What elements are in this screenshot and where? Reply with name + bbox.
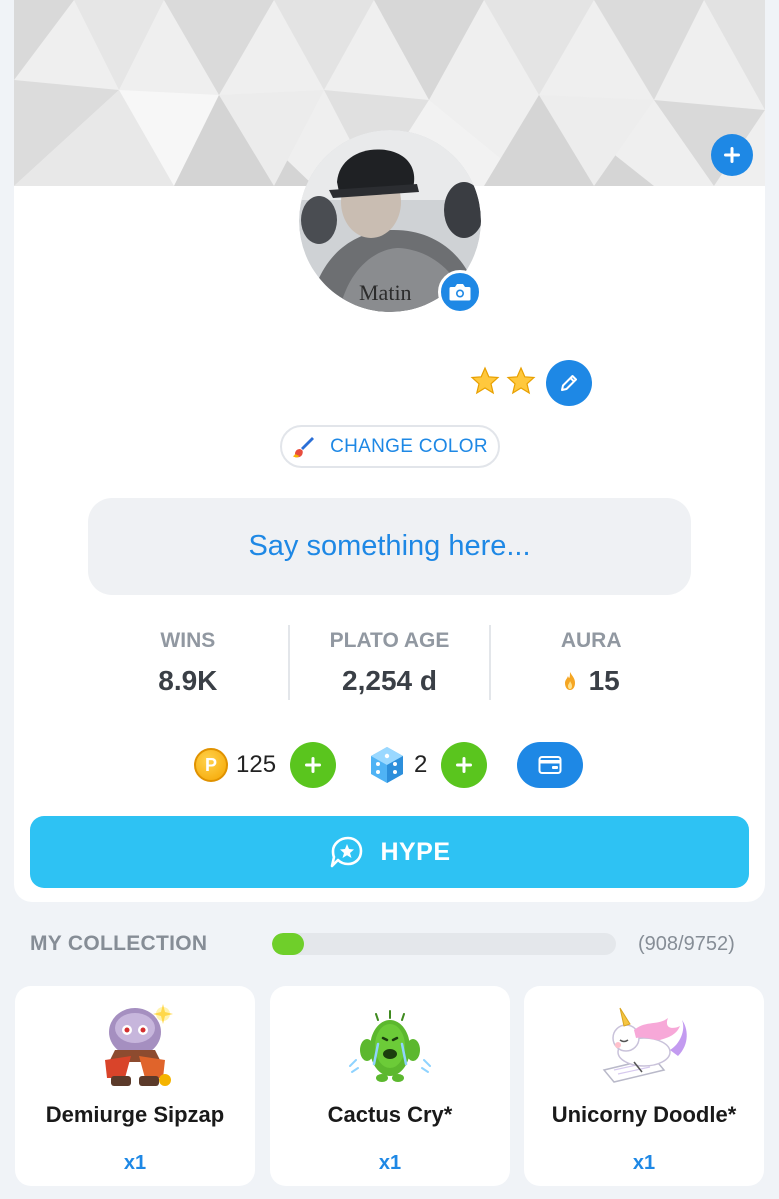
plus-icon: [724, 147, 740, 163]
flame-icon: [564, 672, 575, 690]
robot-sticker-icon: [105, 1004, 173, 1086]
coin-icon: P: [194, 748, 228, 782]
star-icon: [470, 366, 500, 395]
hype-star-icon: [331, 836, 363, 868]
stat-label: WINS: [160, 629, 216, 652]
status-input[interactable]: Say something here...: [88, 498, 691, 595]
stat-plato-age: PLATO AGE 2,254 d: [287, 625, 490, 700]
collection-item-qty: x1: [123, 1152, 147, 1174]
stat-label: AURA: [560, 629, 622, 652]
buy-coins-button[interactable]: [290, 742, 337, 788]
collection-item-qty: x1: [378, 1152, 402, 1174]
collection-progress-fill: [272, 933, 304, 955]
stat-wins: WINS 8.9K: [88, 625, 288, 700]
collection-item-name: Cactus Cry*: [327, 1102, 453, 1127]
rank-stars: [470, 366, 536, 396]
hype-button[interactable]: HYPE: [30, 816, 749, 888]
add-banner-button[interactable]: [711, 134, 753, 176]
buy-gems-button[interactable]: [441, 742, 488, 788]
currency-row: P 125 2: [194, 742, 584, 788]
stat-label: PLATO AGE: [329, 629, 450, 652]
gem-balance: 2: [414, 751, 428, 778]
change-color-button[interactable]: CHANGE COLOR: [280, 425, 500, 468]
wallet-icon: [538, 756, 562, 774]
collection-progress-bar: [272, 933, 616, 955]
unicorn-sticker-icon: [602, 1007, 687, 1083]
stat-value: 8.9K: [158, 665, 218, 696]
dice-gem-icon: [371, 747, 404, 783]
cactus-sticker-icon: [349, 1010, 431, 1082]
collection-count: (908/9752): [638, 933, 735, 955]
stat-value: 2,254 d: [342, 665, 437, 696]
avatar-jacket-text: Matin: [359, 280, 412, 305]
plus-icon: [456, 757, 473, 773]
collection-item[interactable]: Unicorny Doodle* x1: [524, 986, 764, 1186]
stat-aura: AURA 15: [489, 625, 691, 700]
hype-label: HYPE: [380, 837, 451, 866]
camera-icon: [449, 284, 471, 301]
change-color-label: CHANGE COLOR: [330, 435, 488, 457]
collection-title: MY COLLECTION: [30, 932, 208, 955]
collection-item-name: Unicorny Doodle*: [551, 1102, 737, 1127]
plus-icon: [305, 757, 322, 773]
wallet-button[interactable]: [517, 742, 584, 788]
coin-balance: 125: [236, 751, 277, 778]
collection-item[interactable]: Cactus Cry* x1: [270, 986, 510, 1186]
stats-row: WINS 8.9K PLATO AGE 2,254 d AURA 15: [88, 625, 691, 700]
status-placeholder: Say something here...: [248, 530, 531, 562]
collection-item[interactable]: Demiurge Sipzap x1: [15, 986, 255, 1186]
stat-value: 15: [588, 665, 620, 696]
paint-brush-icon: [293, 436, 315, 457]
pencil-icon: [561, 375, 577, 391]
star-icon: [506, 366, 536, 395]
stat-aura-value-row: 15: [563, 665, 620, 697]
collection-item-name: Demiurge Sipzap: [45, 1102, 225, 1127]
collection-item-qty: x1: [632, 1152, 656, 1174]
edit-profile-button[interactable]: [546, 360, 592, 406]
change-photo-button[interactable]: [438, 270, 482, 314]
